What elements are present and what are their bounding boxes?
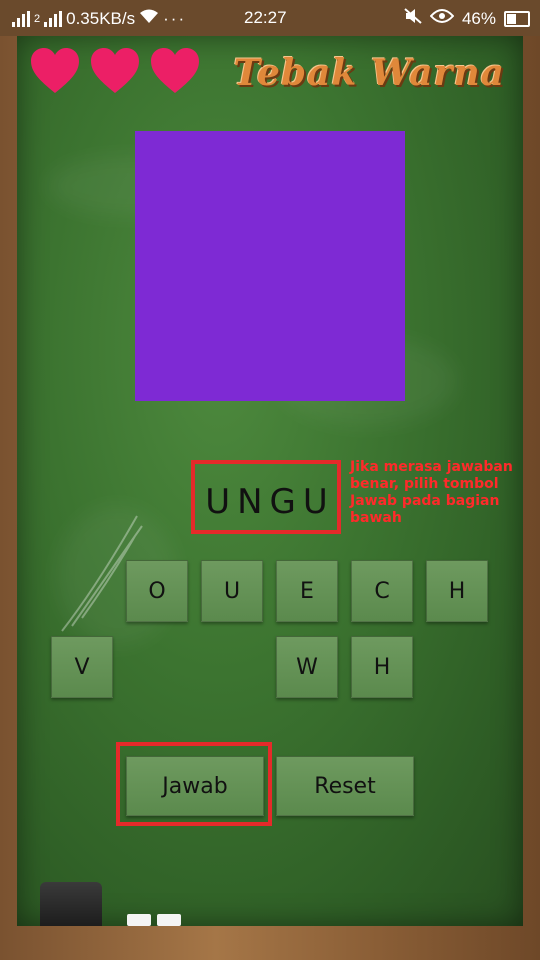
letter-tile[interactable]: V bbox=[51, 636, 113, 698]
hint-text: Jika merasa jawaban benar, pilih tombol … bbox=[350, 459, 513, 526]
phone-screen: 2 0.35KB/s ··· 22:27 46% Tebak Warna UNG… bbox=[0, 0, 540, 960]
lives bbox=[29, 46, 201, 98]
more-icon: ··· bbox=[163, 8, 187, 28]
letter-tile[interactable]: U bbox=[201, 560, 263, 622]
letter-tile[interactable]: O bbox=[126, 560, 188, 622]
status-time: 22:27 bbox=[244, 8, 287, 27]
signal-icon bbox=[12, 10, 30, 27]
letter-tile[interactable]: E bbox=[276, 560, 338, 622]
heart-icon bbox=[29, 46, 81, 98]
sim-label: 2 bbox=[34, 12, 41, 25]
game-title: Tebak Warna bbox=[233, 52, 505, 94]
jawab-button[interactable]: Jawab bbox=[126, 756, 264, 816]
chalk-pieces bbox=[127, 914, 187, 926]
wooden-frame: Tebak Warna UNGU Jika merasa jawaban ben… bbox=[0, 36, 540, 960]
eye-icon bbox=[429, 8, 455, 29]
answer-text: UNGU bbox=[205, 482, 335, 522]
letter-tile[interactable]: C bbox=[351, 560, 413, 622]
mute-icon bbox=[404, 8, 422, 29]
letter-tile[interactable]: H bbox=[351, 636, 413, 698]
reset-button[interactable]: Reset bbox=[276, 756, 414, 816]
heart-icon bbox=[89, 46, 141, 98]
chalkboard: Tebak Warna UNGU Jika merasa jawaban ben… bbox=[17, 36, 523, 926]
signal-icon-2 bbox=[44, 10, 63, 27]
status-right: 46% bbox=[404, 8, 530, 29]
battery-percent: 46% bbox=[461, 8, 496, 28]
network-speed: 0.35KB/s bbox=[66, 8, 136, 28]
eraser bbox=[40, 882, 102, 926]
color-swatch bbox=[135, 131, 405, 401]
letter-tile[interactable]: W bbox=[276, 636, 338, 698]
heart-icon bbox=[149, 46, 201, 98]
status-bar: 2 0.35KB/s ··· 22:27 46% bbox=[0, 0, 540, 36]
wifi-icon bbox=[139, 8, 159, 29]
battery-icon bbox=[504, 10, 530, 27]
letter-tile[interactable]: H bbox=[426, 560, 488, 622]
status-left: 2 0.35KB/s ··· bbox=[12, 8, 186, 29]
